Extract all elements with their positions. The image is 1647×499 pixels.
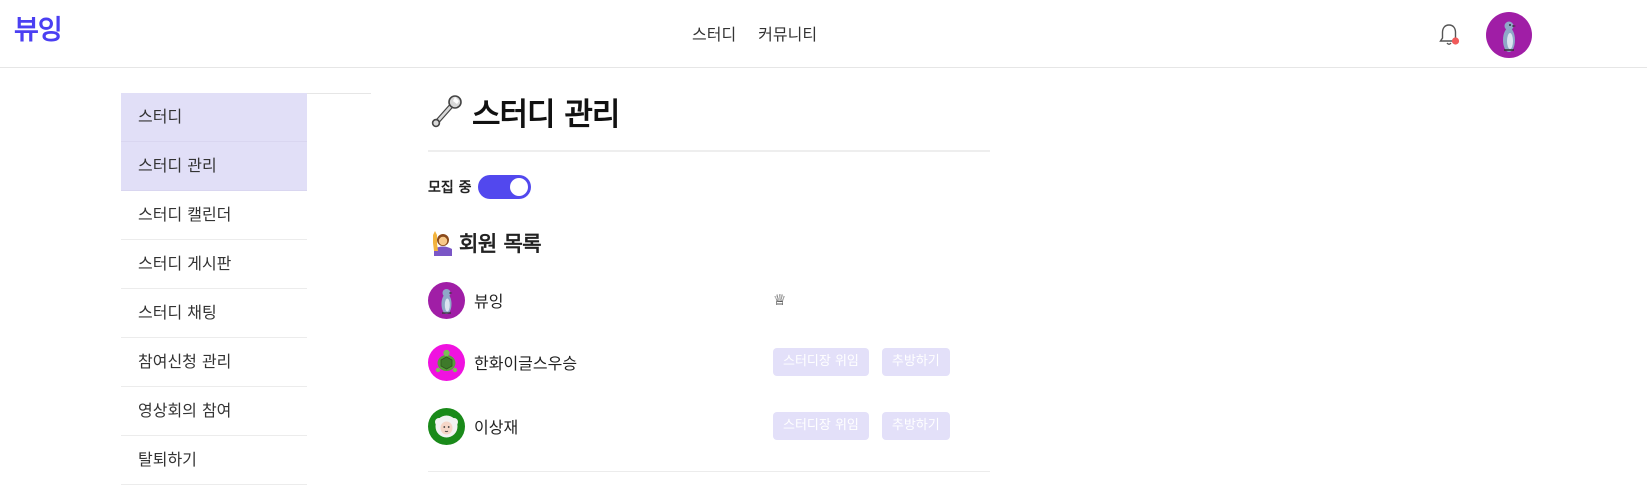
sheep-icon: [435, 415, 458, 437]
member-avatar: [428, 407, 465, 445]
sidebar-item-join-requests[interactable]: 참여신청 관리: [121, 338, 307, 387]
member-row: 뷰잉 ♕: [428, 281, 990, 319]
user-avatar[interactable]: [1486, 12, 1532, 58]
kick-button[interactable]: 추방하기: [881, 348, 950, 376]
main-nav: 스터디 커뮤니티: [692, 21, 817, 45]
nav-study[interactable]: 스터디: [692, 21, 736, 45]
title-divider: [428, 150, 990, 152]
notification-dot: [1451, 37, 1460, 45]
delegate-leader-button[interactable]: 스터디장 위임: [773, 412, 869, 440]
page-title: 스터디 관리: [472, 96, 620, 133]
logo[interactable]: 뷰잉: [14, 8, 63, 47]
crown-icon: ♕: [773, 291, 787, 309]
member-avatar: [428, 343, 465, 381]
top-header: 뷰잉 스터디 커뮤니티: [0, 0, 1647, 68]
member-name: 뷰잉: [474, 292, 504, 311]
members-title: 회원 목록: [459, 232, 542, 256]
sidebar-item-leave[interactable]: 탈퇴하기: [121, 436, 307, 485]
toggle-knob: [509, 178, 528, 196]
recruit-toggle[interactable]: [477, 175, 531, 199]
penguin-icon: [1503, 21, 1516, 52]
member-name: 이상재: [474, 418, 519, 437]
sidebar-item-calendar[interactable]: 스터디 캘린더: [121, 191, 307, 240]
sidebar-item-study-manage[interactable]: 스터디 관리: [121, 142, 307, 191]
sidebar-item-chat[interactable]: 스터디 채팅: [121, 289, 307, 338]
delegate-leader-button[interactable]: 스터디장 위임: [773, 348, 869, 376]
sidebar-divider: [307, 93, 371, 94]
members-bottom-divider: [428, 471, 990, 472]
nav-community[interactable]: 커뮤니티: [758, 21, 817, 45]
sidebar-item-study[interactable]: 스터디: [121, 93, 307, 142]
turtle-icon: [435, 349, 458, 372]
sidebar-item-board[interactable]: 스터디 게시판: [121, 240, 307, 289]
person-raising-hand-icon: [433, 231, 452, 256]
recruit-row: 모집 중: [428, 175, 531, 199]
member-name: 한화이글스우승: [474, 354, 578, 373]
bell-icon[interactable]: [1437, 22, 1461, 48]
wrench-icon: [431, 95, 462, 128]
member-row: 한화이글스우승 스터디장 위임 추방하기: [428, 343, 990, 381]
kick-button[interactable]: 추방하기: [881, 412, 950, 440]
penguin-icon: [441, 288, 453, 314]
members-heading: 회원 목록: [428, 228, 542, 258]
sidebar: 스터디 스터디 관리 스터디 캘린더 스터디 게시판 스터디 채팅 참여신청 관…: [121, 93, 307, 485]
sidebar-item-video-meeting[interactable]: 영상회의 참여: [121, 387, 307, 436]
recruit-label: 모집 중: [428, 180, 472, 196]
member-row: 이상재 스터디장 위임 추방하기: [428, 407, 990, 445]
page-title-row: 스터디 관리: [428, 88, 990, 134]
main-content: 스터디 관리 모집 중 회원 목록 뷰잉 ♕ 한화이글스우승 스터디장 위임 추…: [428, 88, 990, 472]
member-avatar: [428, 281, 465, 319]
